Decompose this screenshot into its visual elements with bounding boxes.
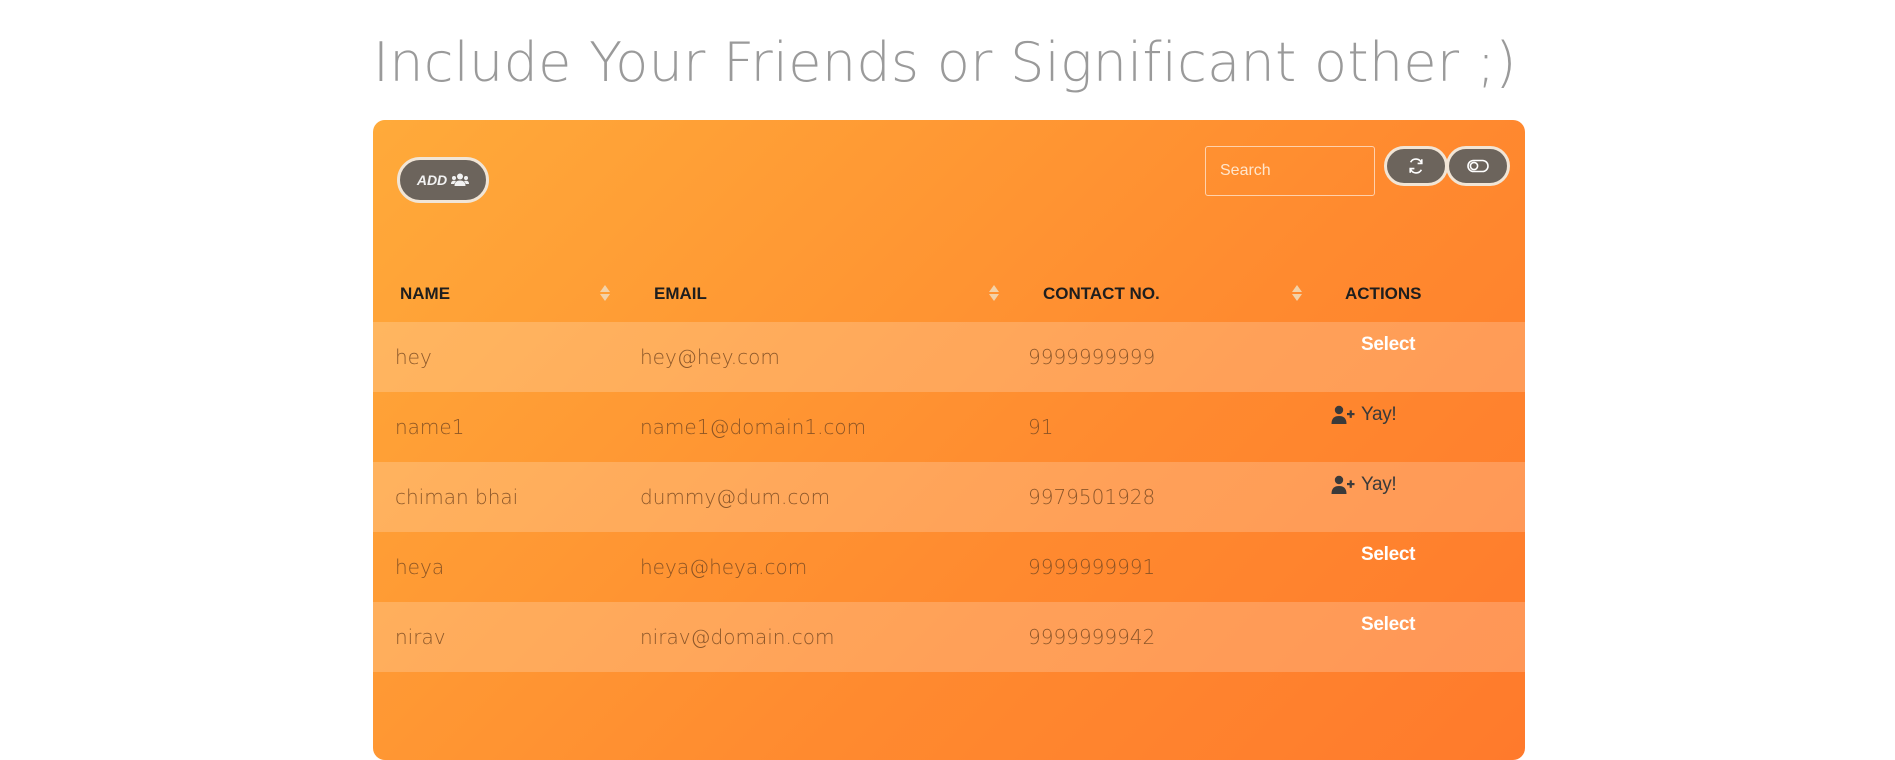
cell-email: nirav@domain.com: [640, 625, 835, 649]
cell-contact: 9999999991: [1028, 555, 1156, 579]
toggle-columns-button[interactable]: [1446, 146, 1510, 186]
cell-name: chiman bhai: [395, 485, 519, 509]
column-header-name[interactable]: NAME: [400, 265, 450, 322]
table-header: NAME EMAIL CONTACT NO. ACTIONS: [373, 265, 1525, 322]
table-row: nirav nirav@domain.com 9999999942 Select: [373, 602, 1525, 672]
cell-contact: 91: [1028, 415, 1054, 439]
friends-table-panel: ADD NAME EMAIL: [373, 120, 1525, 760]
cell-contact: 9999999999: [1028, 345, 1156, 369]
yay-button[interactable]: Yay!: [1331, 474, 1397, 496]
cell-contact: 9979501928: [1028, 485, 1156, 509]
table-row: hey hey@hey.com 9999999999 Select: [373, 322, 1525, 392]
table-row: name1 name1@domain1.com 91 Yay!: [373, 392, 1525, 462]
yay-label: Yay!: [1361, 404, 1397, 425]
add-friend-button[interactable]: ADD: [397, 157, 489, 203]
yay-button[interactable]: Yay!: [1331, 404, 1397, 426]
cell-name: heya: [395, 555, 445, 579]
refresh-button[interactable]: [1384, 146, 1448, 186]
page-title: Include Your Friends or Significant othe…: [373, 31, 1517, 94]
search-input[interactable]: [1205, 146, 1375, 196]
sort-icon[interactable]: [599, 283, 611, 303]
column-header-email[interactable]: EMAIL: [654, 265, 707, 322]
sort-icon[interactable]: [988, 283, 1000, 303]
cell-email: hey@hey.com: [640, 345, 780, 369]
cell-name: nirav: [395, 625, 446, 649]
select-label: Select: [1361, 334, 1416, 355]
table-row: heya heya@heya.com 9999999991 Select: [373, 532, 1525, 602]
cell-email: dummy@dum.com: [640, 485, 831, 509]
user-plus-icon: [1331, 475, 1355, 494]
column-header-contact[interactable]: CONTACT NO.: [1043, 265, 1160, 322]
refresh-icon: [1409, 158, 1423, 174]
cell-email: name1@domain1.com: [640, 415, 867, 439]
select-button[interactable]: Select: [1361, 614, 1415, 636]
column-header-actions: ACTIONS: [1345, 283, 1422, 303]
select-label: Select: [1361, 614, 1416, 635]
cell-name: name1: [395, 415, 465, 439]
cell-contact: 9999999942: [1028, 625, 1156, 649]
select-button[interactable]: Select: [1361, 334, 1415, 356]
table-body: hey hey@hey.com 9999999999 Select name1 …: [373, 322, 1525, 672]
sort-icon[interactable]: [1291, 283, 1303, 303]
select-label: Select: [1361, 544, 1416, 565]
add-label: ADD: [416, 172, 448, 188]
yay-label: Yay!: [1361, 474, 1397, 495]
toggle-icon: [1467, 159, 1489, 173]
cell-name: hey: [395, 345, 432, 369]
user-plus-icon: [1331, 405, 1355, 424]
table-row: chiman bhai dummy@dum.com 9979501928 Yay…: [373, 462, 1525, 532]
cell-email: heya@heya.com: [640, 555, 808, 579]
select-button[interactable]: Select: [1361, 544, 1415, 566]
users-icon: [451, 173, 470, 186]
